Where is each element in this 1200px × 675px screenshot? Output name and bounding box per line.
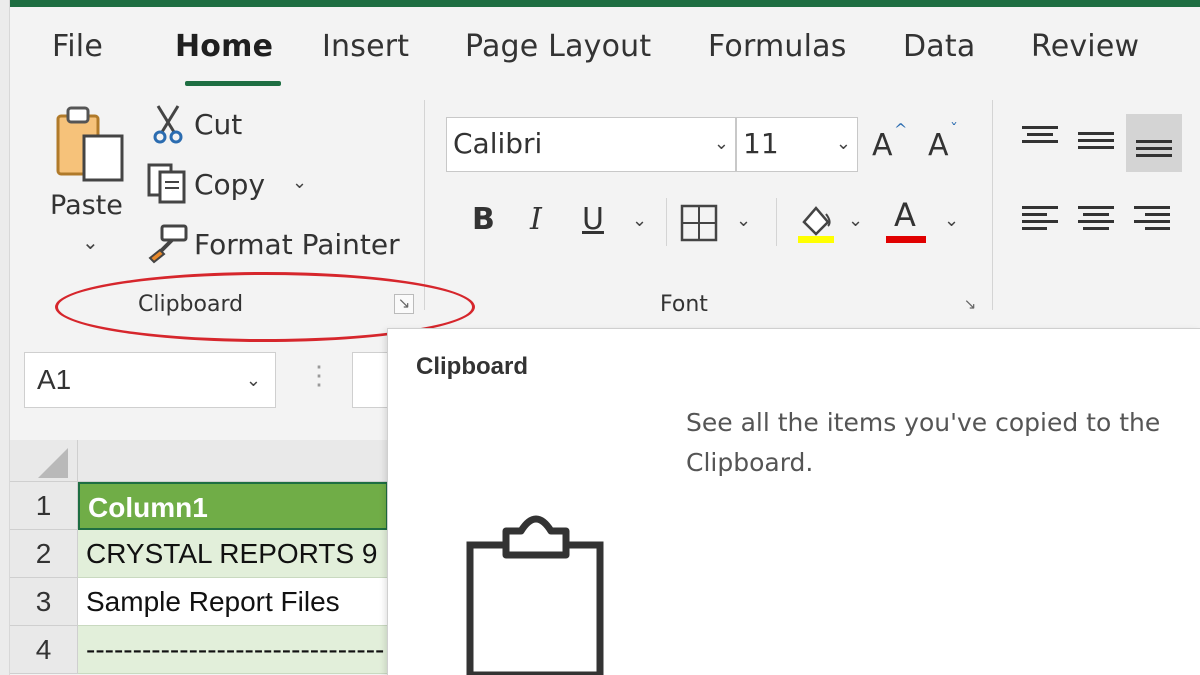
align-right-icon[interactable] (1134, 202, 1170, 232)
name-box[interactable]: A1 ⌄ (24, 352, 276, 408)
window-top-bar (0, 0, 1200, 7)
align-center-icon[interactable] (1078, 202, 1114, 232)
align-middle-icon[interactable] (1078, 128, 1114, 158)
cell-a3[interactable]: Sample Report Files (78, 578, 388, 626)
select-all-triangle-icon (38, 448, 68, 478)
fill-color-icon[interactable] (796, 200, 836, 244)
align-top-icon[interactable] (1022, 122, 1058, 152)
font-size-select[interactable]: 11 ⌄ (736, 117, 858, 172)
paste-label: Paste (50, 190, 123, 221)
button-divider (666, 198, 667, 246)
caret-up-icon: ^ (894, 120, 908, 139)
cut-label: Cut (194, 108, 243, 141)
cell-a4[interactable]: -------------------------------- (78, 626, 388, 674)
grow-font-glyph: A (872, 128, 893, 163)
row-header[interactable]: 2 (10, 530, 78, 578)
fill-color-dropdown-chevron-icon[interactable]: ⌄ (848, 210, 863, 231)
chevron-down-icon: ⌄ (835, 133, 851, 154)
font-name-select[interactable]: Calibri ⌄ (446, 117, 736, 172)
copy-dropdown-chevron-icon[interactable]: ⌄ (292, 172, 307, 193)
chevron-down-icon: ⌄ (245, 370, 261, 390)
font-size-value: 11 (743, 127, 779, 160)
clipboard-icon (466, 515, 604, 675)
column-header-a[interactable] (78, 440, 388, 482)
font-name-value: Calibri (453, 127, 543, 160)
caret-down-icon: ˇ (950, 120, 958, 139)
row-header[interactable]: 3 (10, 578, 78, 626)
font-dialog-launcher-icon[interactable]: ↘ (960, 296, 980, 316)
scissors-icon (153, 105, 183, 144)
tooltip-title: Clipboard (416, 353, 528, 380)
group-divider (424, 100, 425, 310)
shrink-font-glyph: A (928, 128, 949, 163)
tab-page-layout[interactable]: Page Layout (465, 29, 651, 64)
tooltip-description: See all the items you've copied to the C… (686, 408, 1161, 477)
paste-icon (56, 106, 124, 182)
tab-home[interactable]: Home (175, 29, 273, 64)
tab-file[interactable]: File (52, 29, 103, 64)
underline-dropdown-chevron-icon[interactable]: ⌄ (632, 210, 647, 231)
align-left-icon[interactable] (1022, 202, 1058, 232)
font-color-swatch (886, 236, 926, 243)
name-box-value: A1 (37, 364, 72, 395)
tab-insert[interactable]: Insert (322, 29, 409, 64)
ribbon-tabs: File Home Insert Page Layout Formulas Da… (10, 7, 1200, 87)
cell-a2[interactable]: CRYSTAL REPORTS 9 (78, 530, 388, 578)
window-left-edge (0, 0, 10, 675)
tab-formulas[interactable]: Formulas (708, 29, 847, 64)
active-tab-indicator (185, 81, 281, 86)
cell-a1[interactable]: Column1 (78, 482, 388, 530)
align-bottom-icon (1136, 136, 1172, 166)
font-color-glyph: A (894, 196, 916, 234)
chevron-down-icon[interactable]: ⌄ (82, 230, 99, 255)
bold-button[interactable]: B (472, 202, 495, 237)
format-painter-label: Format Painter (194, 228, 400, 261)
font-group-label: Font (660, 292, 708, 317)
row-header[interactable]: 4 (10, 626, 78, 674)
group-divider (992, 100, 993, 310)
clipboard-tooltip: Clipboard See all the items you've copie… (387, 328, 1200, 675)
tab-data[interactable]: Data (903, 29, 975, 64)
underline-button[interactable]: U (582, 202, 604, 237)
align-bottom-selected[interactable] (1126, 114, 1182, 172)
formula-bar-input[interactable] (352, 352, 392, 408)
copy-icon (147, 163, 186, 204)
italic-button[interactable]: I (530, 202, 542, 237)
copy-label: Copy (194, 168, 266, 201)
button-divider (776, 198, 777, 246)
font-color-dropdown-chevron-icon[interactable]: ⌄ (944, 210, 959, 231)
more-options-icon[interactable]: ⋮ (306, 360, 332, 391)
borders-dropdown-chevron-icon[interactable]: ⌄ (736, 210, 751, 231)
borders-icon[interactable] (680, 204, 718, 242)
paintbrush-icon (148, 224, 188, 264)
row-header[interactable]: 1 (10, 482, 78, 530)
chevron-down-icon: ⌄ (713, 133, 729, 154)
tab-review[interactable]: Review (1031, 29, 1139, 64)
